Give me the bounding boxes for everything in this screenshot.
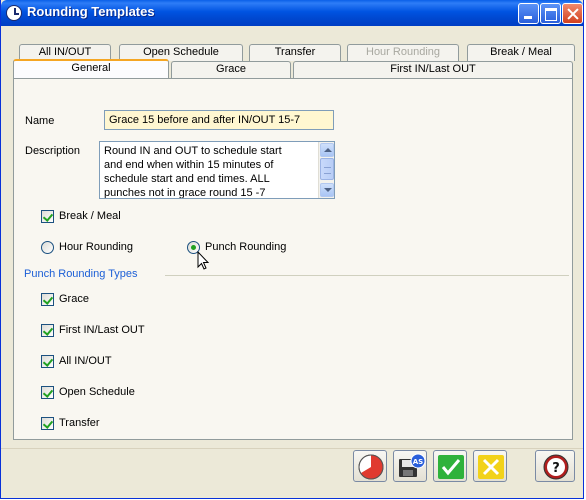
tab-grace[interactable]: Grace [171,61,291,78]
hour-rounding-radio[interactable] [41,241,54,254]
group-divider [165,275,569,276]
scroll-down-arrow-icon[interactable] [320,183,334,197]
transfer-label: Transfer [59,417,100,429]
tab-hour-rounding: Hour Rounding [347,44,459,61]
clock-pie-button[interactable] [353,450,387,482]
help-icon: ? [543,454,569,480]
name-label: Name [25,115,55,127]
all-in-out-label: All IN/OUT [59,355,112,367]
tab-transfer[interactable]: Transfer [249,44,341,61]
mouse-pointer-icon [197,251,210,270]
tab-general[interactable]: General [13,59,169,78]
description-label: Description [25,145,81,157]
svg-text:AS: AS [413,458,423,466]
grace-label: Grace [59,293,89,305]
description-scrollbar[interactable] [318,142,334,198]
description-line: punches not in grace round 15 -7 [104,187,266,199]
open-schedule-checkbox[interactable] [41,386,54,399]
window-title: Rounding Templates [27,4,155,19]
cancel-x-icon [478,455,504,479]
first-in-last-out-checkbox[interactable] [41,324,54,337]
scroll-thumb[interactable] [320,158,334,180]
rounding-templates-window: Rounding Templates All IN/OUT Open Sched… [0,0,584,499]
grace-checkbox[interactable] [41,293,54,306]
transfer-checkbox[interactable] [41,417,54,430]
scroll-up-arrow-icon[interactable] [320,143,334,157]
description-field[interactable]: Round IN and OUT to schedule start and e… [99,141,335,199]
help-button[interactable]: ? [535,450,575,482]
save-as-icon: AS [399,453,426,477]
break-meal-checkbox[interactable] [41,210,54,223]
description-line: and end when within 15 minutes of [104,159,274,171]
svg-text:?: ? [552,461,560,476]
save-as-button[interactable]: AS [393,450,427,482]
minimize-button[interactable] [518,3,539,24]
ok-button[interactable] [433,450,467,482]
ok-check-icon [438,455,464,479]
name-field[interactable]: Grace 15 before and after IN/OUT 15-7 [104,110,334,130]
title-bar[interactable]: Rounding Templates [1,0,583,26]
punch-rounding-types-title: Punch Rounding Types [24,268,138,280]
tab-break-meal[interactable]: Break / Meal [467,44,575,61]
cancel-button[interactable] [473,450,507,482]
hour-rounding-label: Hour Rounding [59,241,133,253]
description-line: Round IN and OUT to schedule start [104,145,282,157]
tab-first-in-last-out[interactable]: First IN/Last OUT [293,61,573,78]
clock-app-icon [6,5,22,21]
break-meal-label: Break / Meal [59,210,121,222]
open-schedule-label: Open Schedule [59,386,135,398]
description-line: schedule start and end times. ALL [104,173,270,185]
all-in-out-checkbox[interactable] [41,355,54,368]
clock-pie-icon [358,454,384,480]
first-in-last-out-label: First IN/Last OUT [59,324,145,336]
maximize-button[interactable] [540,3,561,24]
punch-rounding-label: Punch Rounding [205,241,287,253]
close-button[interactable] [562,3,583,24]
